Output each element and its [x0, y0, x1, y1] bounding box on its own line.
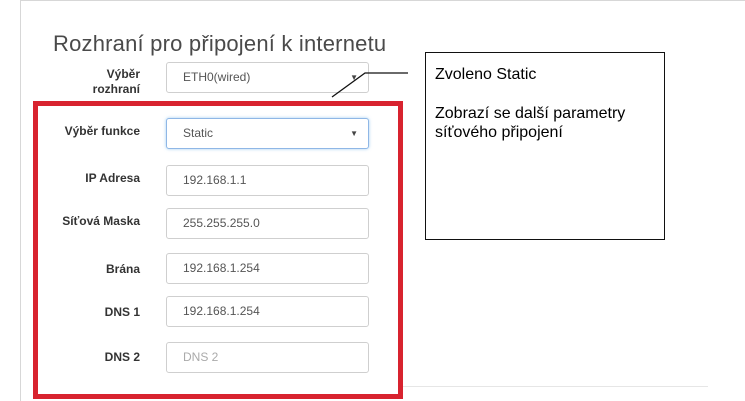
interface-select-label-line1: Výběr	[106, 67, 140, 81]
divider	[403, 386, 708, 387]
ip-address-field[interactable]	[166, 165, 369, 196]
dns2-input[interactable]	[183, 343, 353, 371]
chevron-down-icon: ▼	[350, 129, 358, 138]
gateway-label: Brána	[105, 262, 140, 276]
interface-select-label-line2: rozhraní	[92, 82, 140, 96]
callout-line1: Zvoleno Static	[435, 66, 537, 83]
dns1-input[interactable]	[183, 297, 353, 325]
subnet-mask-field[interactable]	[166, 208, 369, 239]
function-select-label: Výběr funkce	[64, 124, 140, 138]
chevron-down-icon: ▼	[350, 73, 358, 82]
dns1-label: DNS 1	[104, 305, 140, 319]
annotation-callout: Zvoleno Static Zobrazí se další parametr…	[425, 52, 665, 240]
dns1-field[interactable]	[166, 296, 369, 327]
subnet-mask-input[interactable]	[183, 209, 353, 237]
subnet-mask-label: Síťová Maska	[62, 214, 140, 228]
function-select-value: Static	[183, 126, 214, 140]
dns2-label: DNS 2	[104, 350, 140, 364]
dns2-field[interactable]	[166, 342, 369, 373]
ip-address-label: IP Adresa	[85, 171, 140, 185]
ip-address-input[interactable]	[183, 166, 353, 194]
gateway-input[interactable]	[183, 254, 353, 282]
page-title: Rozhraní pro připojení k internetu	[53, 31, 387, 56]
interface-select-label: Výběr rozhraní	[40, 67, 140, 97]
function-select[interactable]: Static ▼	[166, 118, 369, 149]
interface-select-value: ETH0(wired)	[183, 70, 251, 84]
interface-select[interactable]: ETH0(wired) ▼	[166, 62, 369, 93]
gateway-field[interactable]	[166, 253, 369, 284]
callout-line2: Zobrazí se další parametry síťového přip…	[435, 105, 626, 141]
